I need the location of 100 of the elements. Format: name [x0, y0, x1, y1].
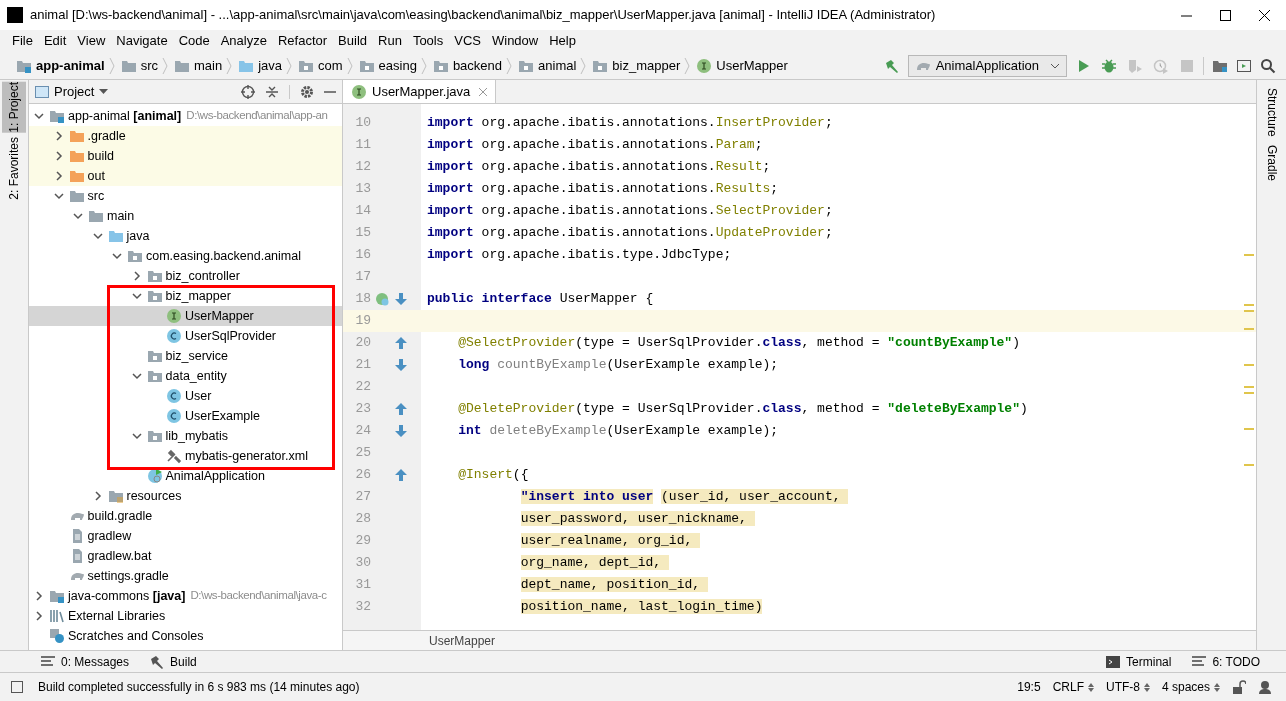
- tree-item[interactable]: biz_mapper: [128, 288, 231, 304]
- scratches-icon: [49, 628, 65, 644]
- separator-chevron-icon: [346, 56, 353, 75]
- menu-item[interactable]: Tools: [407, 31, 449, 51]
- tree-item[interactable]: build: [50, 148, 114, 164]
- line-number: 20: [354, 334, 371, 353]
- menu-item[interactable]: Analyze: [215, 31, 272, 51]
- folder-icon: [107, 228, 124, 244]
- search-icon[interactable]: [1260, 57, 1276, 74]
- breadcrumb-item[interactable]: easing: [358, 55, 421, 76]
- folder-icon: [88, 208, 104, 224]
- breadcrumb-item[interactable]: UserMapper: [696, 55, 792, 76]
- editor-breadcrumb[interactable]: UserMapper: [429, 631, 496, 650]
- tree-item[interactable]: AnimalApplication: [128, 468, 265, 484]
- bug-icon[interactable]: [1101, 57, 1117, 74]
- libraries-icon: [49, 608, 65, 624]
- breadcrumb-item[interactable]: animal: [518, 55, 581, 76]
- tree-item[interactable]: data_entity: [128, 368, 227, 384]
- tree-item[interactable]: src: [50, 188, 105, 204]
- tool-window-tab[interactable]: Gradle: [1258, 144, 1285, 181]
- breadcrumb-item[interactable]: src: [120, 55, 162, 76]
- code-line: import org.apache.ibatis.annotations.Results;: [426, 180, 779, 198]
- tool-window-tab[interactable]: 1: Project: [2, 82, 26, 133]
- breadcrumb-item[interactable]: main: [173, 55, 227, 76]
- tree-item[interactable]: java-commons [java]: [31, 588, 186, 604]
- run-configuration-dropdown[interactable]: AnimalApplication: [907, 54, 1067, 77]
- editor-tab[interactable]: UserMapper.java: [343, 80, 497, 103]
- tool-window-button[interactable]: Terminal: [1105, 652, 1172, 671]
- code-line: import org.apache.ibatis.annotations.Param;: [426, 136, 763, 154]
- breadcrumb-item[interactable]: java: [238, 55, 286, 76]
- tree-item[interactable]: .gradle: [50, 128, 126, 144]
- tool-window-button[interactable]: 0: Messages: [40, 652, 130, 671]
- menu-item[interactable]: Run: [373, 31, 407, 51]
- indent-selector[interactable]: 4 spaces: [1161, 678, 1220, 696]
- menu-item[interactable]: File: [7, 31, 38, 51]
- up-arrow-icon[interactable]: [393, 335, 409, 351]
- tool-window-tab[interactable]: 2: Favorites: [2, 136, 26, 200]
- menu-item[interactable]: Code: [173, 31, 215, 51]
- tool-window-tab[interactable]: Structure: [1258, 88, 1285, 137]
- code-line: user_realname, org_id,: [423, 530, 701, 552]
- caret-position[interactable]: 19:5: [1017, 678, 1041, 696]
- tool-window-button[interactable]: Build: [149, 652, 197, 671]
- line-number: 17: [354, 268, 371, 287]
- down-arrow-icon[interactable]: [393, 291, 409, 307]
- code-line: int deleteByExample(UserExample example);: [457, 422, 779, 440]
- tree-item[interactable]: lib_mybatis: [128, 428, 229, 444]
- down-arrow-icon[interactable]: [393, 423, 409, 439]
- menu-item[interactable]: Window: [486, 31, 544, 51]
- window-title: animal [D:\ws-backend\animal] - ...\app-animal\src\main\java\com\easing\backend\animal\biz_mapper\UserMapper.java [animal] - IntelliJ IDEA (Administrator): [30, 6, 936, 25]
- tree-item[interactable]: app-animal [animal]: [31, 108, 182, 124]
- maximize-icon[interactable]: [1220, 9, 1231, 21]
- tree-item[interactable]: gradlew.bat: [50, 548, 152, 564]
- menu-item[interactable]: Help: [544, 31, 581, 51]
- encoding-selector[interactable]: UTF-8: [1105, 678, 1150, 696]
- tool-windows-icon[interactable]: [10, 680, 24, 694]
- line-number: 32: [354, 598, 371, 617]
- settings-icon[interactable]: [300, 84, 314, 99]
- breadcrumb-item[interactable]: com: [298, 55, 347, 76]
- tree-item[interactable]: com.easing.backend.animal: [109, 248, 301, 264]
- hammer-icon[interactable]: [883, 57, 900, 74]
- tree-item[interactable]: java: [89, 228, 150, 244]
- breadcrumb-item[interactable]: app-animal: [16, 55, 109, 76]
- close-icon[interactable]: [1259, 9, 1270, 21]
- menu-item[interactable]: Build: [333, 31, 372, 51]
- up-arrow-icon[interactable]: [393, 401, 409, 417]
- tree-item[interactable]: build.gradle: [50, 508, 153, 524]
- separator-chevron-icon: [226, 56, 233, 75]
- tree-item[interactable]: settings.gradle: [50, 568, 169, 584]
- tree-item[interactable]: UserExample: [148, 408, 261, 424]
- down-arrow-icon[interactable]: [393, 357, 409, 373]
- tree-item[interactable]: main: [70, 208, 135, 224]
- locate-icon[interactable]: [241, 84, 255, 99]
- tree-item[interactable]: UserSqlProvider: [148, 328, 276, 344]
- window-layout-icon[interactable]: [1236, 57, 1252, 74]
- lock-icon[interactable]: [1232, 680, 1246, 694]
- tree-item[interactable]: out: [50, 168, 105, 184]
- menu-item[interactable]: Edit: [38, 31, 72, 51]
- tree-item[interactable]: biz_controller: [128, 268, 240, 284]
- tree-item[interactable]: biz_service: [128, 348, 229, 364]
- package-folder-icon: [146, 288, 163, 304]
- menu-item[interactable]: Refactor: [272, 31, 333, 51]
- tree-item[interactable]: External Libraries: [31, 608, 166, 624]
- tree-item[interactable]: mybatis-generator.xml: [148, 448, 308, 464]
- line-number: 22: [354, 378, 371, 397]
- menu-item[interactable]: View: [72, 31, 111, 51]
- up-arrow-icon[interactable]: [393, 467, 409, 483]
- collapse-all-icon[interactable]: [265, 84, 279, 99]
- tree-item[interactable]: User: [148, 388, 212, 404]
- code-line: import org.apache.ibatis.type.JdbcType;: [426, 246, 732, 264]
- inspector-icon[interactable]: [1258, 680, 1272, 694]
- tree-item[interactable]: Scratches and Consoles: [31, 628, 204, 644]
- menu-item[interactable]: VCS: [449, 31, 486, 51]
- breadcrumb-item[interactable]: backend: [432, 55, 507, 76]
- menu-item[interactable]: Navigate: [111, 31, 173, 51]
- tool-window-button[interactable]: 6: TODO: [1191, 652, 1260, 671]
- tree-item[interactable]: resources: [89, 488, 182, 504]
- tree-item[interactable]: gradlew: [50, 528, 132, 544]
- breadcrumb-item[interactable]: biz_mapper: [592, 55, 685, 76]
- line-separator-selector[interactable]: CRLF: [1052, 678, 1094, 696]
- line-number: 28: [354, 510, 371, 529]
